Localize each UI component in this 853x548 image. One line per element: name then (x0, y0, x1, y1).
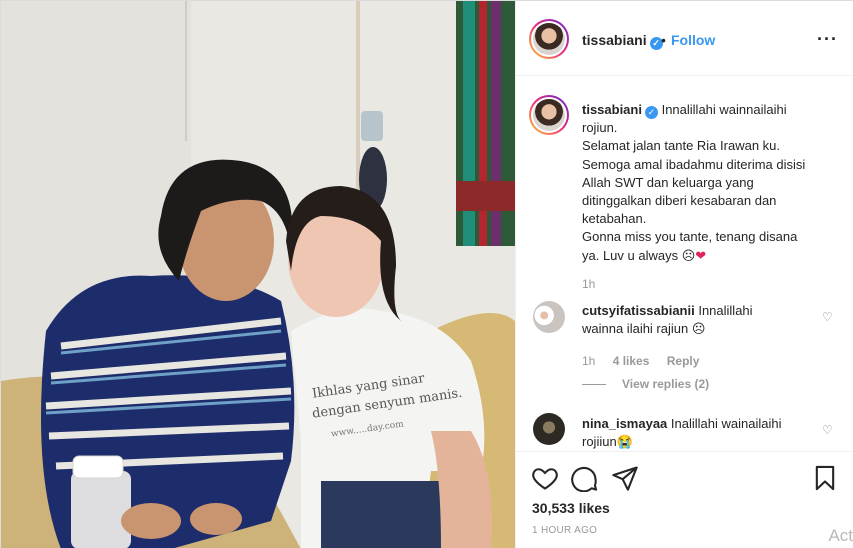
comments-section[interactable]: tissabiani ✓ Innalillahi wainnailaihi roj… (516, 77, 853, 451)
sad-face-emoji: ☹ (681, 247, 696, 263)
post-header: tissabiani ✓ • Follow ··· (516, 1, 853, 76)
comment-emoji: ☹ (691, 321, 706, 336)
comment-text: Innalillahi (698, 303, 753, 318)
follow-button[interactable]: Follow (671, 32, 715, 48)
comment-username[interactable]: nina_ismayaa (582, 416, 667, 431)
comment-likes[interactable]: 4 likes (613, 354, 650, 368)
caption-line-6: ditinggalkan diberi kesabaran dan (582, 193, 777, 209)
save-bookmark-icon[interactable] (811, 464, 839, 492)
caption-timestamp[interactable]: 1h (582, 277, 595, 291)
replies-divider (582, 384, 606, 386)
post-caption: tissabiani ✓ Innalillahi wainnailaihi roj… (582, 101, 832, 265)
post-timestamp[interactable]: 1 HOUR AGO (532, 525, 597, 536)
reply-button[interactable]: Reply (667, 354, 700, 368)
post-actions: 30,533 likes 1 HOUR AGO (516, 451, 853, 548)
caption-avatar[interactable] (529, 95, 569, 135)
comment-text: Inalillahi wainailaihi (670, 416, 782, 431)
caption-line-1: Innalillahi wainnailaihi (661, 102, 787, 117)
caption-line-8: Gonna miss you tante, tenang disana (582, 229, 798, 245)
comment-timestamp[interactable]: 1h (582, 354, 595, 368)
view-replies-button[interactable]: View replies (2) (582, 377, 709, 391)
caption-line-7: ketabahan. (582, 211, 647, 227)
comment-bubble-icon[interactable] (571, 464, 599, 493)
comment-text: rojiiun (582, 434, 617, 449)
caption-username[interactable]: tissabiani (582, 102, 642, 117)
photo-illustration: Ikhlas yang sinar dengan senyum manis. w… (1, 1, 515, 548)
likes-count[interactable]: 30,533 likes (532, 500, 610, 516)
caption-line-4: Semoga amal ibadahmu diterima disisi (582, 156, 806, 172)
caption-line-2: rojiun. (582, 120, 618, 136)
caption-line-3: Selamat jalan tante Ria Irawan ku. (582, 138, 780, 154)
like-heart-icon[interactable] (531, 464, 559, 492)
commenter-avatar[interactable] (533, 301, 565, 333)
view-replies-label[interactable]: View replies (2) (622, 377, 709, 391)
comment-like-heart-icon[interactable]: ♡ (822, 423, 834, 437)
author-username[interactable]: tissabiani (582, 32, 647, 48)
caption-line-5: Allah SWT dan keluarga yang (582, 174, 754, 190)
share-paper-plane-icon[interactable] (611, 464, 639, 492)
header-separator: • (661, 32, 666, 48)
author-username-row[interactable]: tissabiani ✓ (582, 32, 663, 50)
author-avatar[interactable] (529, 19, 569, 59)
red-heart-emoji: ❤ (695, 247, 707, 263)
comment: cutsyifatissabianii Innalillahi wainna i… (582, 302, 812, 338)
comment-like-heart-icon[interactable]: ♡ (822, 310, 834, 324)
commenter-avatar[interactable] (533, 413, 565, 445)
comment-text: wainna ilaihi rajiun (582, 321, 689, 336)
comment: nina_ismayaa Inalillahi wainailaihi roji… (582, 415, 812, 451)
post-photo[interactable]: Ikhlas yang sinar dengan senyum manis. w… (1, 1, 515, 548)
more-horizontal-icon[interactable]: ··· (817, 29, 838, 50)
caption-line-9: ya. Luv u always (582, 247, 679, 263)
instagram-post: Ikhlas yang sinar dengan senyum manis. w… (0, 0, 853, 548)
activate-watermark: Act (828, 526, 853, 545)
comment-username[interactable]: cutsyifatissabianii (582, 303, 695, 318)
verified-badge-icon: ✓ (644, 106, 658, 119)
comment-emoji: 😭 (616, 434, 633, 449)
comment-meta: 1h 4 likes Reply (582, 354, 713, 368)
post-side-panel: tissabiani ✓ • Follow ··· tissabiani ✓ Inn… (515, 1, 853, 548)
